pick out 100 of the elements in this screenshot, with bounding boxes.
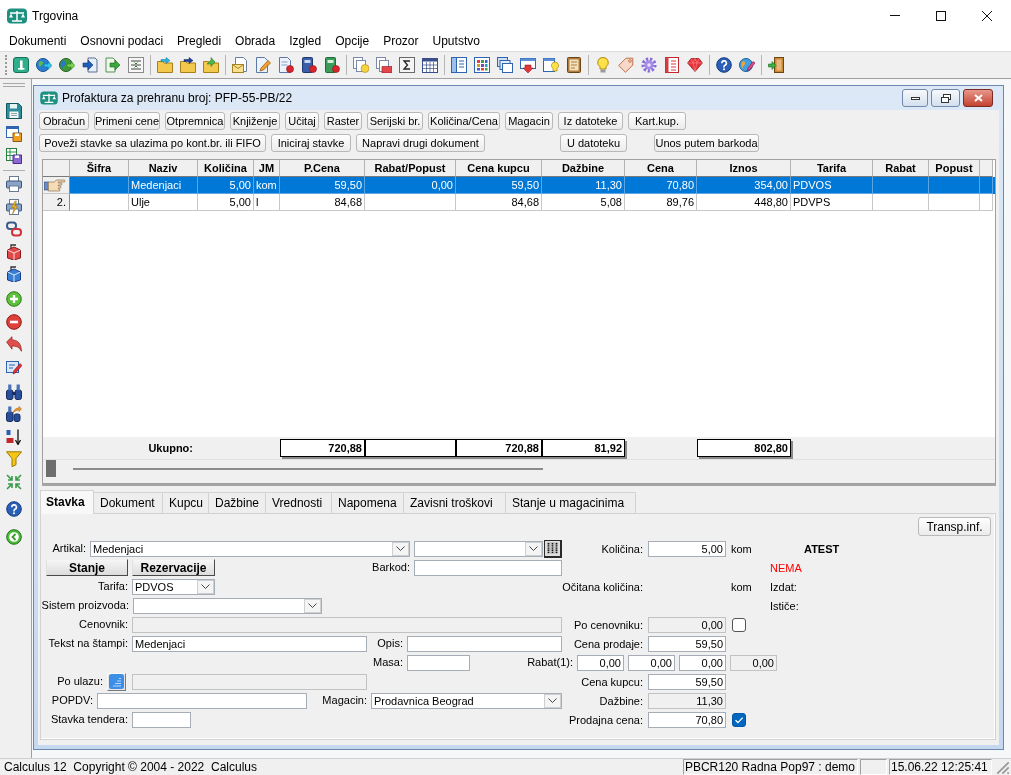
action-button[interactable]: Napravi drugi dokument: [356, 134, 485, 152]
column-header[interactable]: Cena: [625, 160, 697, 177]
discount-field[interactable]: 0,00: [679, 654, 726, 671]
scrollbar-thumb[interactable]: [46, 460, 56, 477]
restore-button[interactable]: [931, 89, 960, 107]
action-button[interactable]: Poveži stavke sa ulazima po kont.br. ili FIFO: [39, 134, 266, 152]
window-bulb-icon[interactable]: [542, 57, 559, 73]
restore-icon[interactable]: [940, 93, 951, 103]
action-button[interactable]: Učitaj: [285, 112, 319, 130]
tab[interactable]: Stanje u magacinima: [505, 492, 636, 513]
menu-item[interactable]: Izgled: [282, 32, 329, 50]
column-header[interactable]: Iznos: [697, 160, 791, 177]
globe-pencil-icon[interactable]: [738, 57, 755, 73]
add-icon[interactable]: [6, 291, 22, 308]
document-pencil-icon[interactable]: [254, 57, 271, 73]
document-arrow-icon[interactable]: [104, 57, 121, 73]
discount-field[interactable]: 0,00: [577, 654, 624, 671]
binoculars-icon[interactable]: [6, 383, 22, 400]
menu-item[interactable]: Prozor: [376, 32, 426, 50]
ledger-icon[interactable]: [663, 57, 680, 73]
collapse-icon[interactable]: [6, 473, 22, 490]
discount-field[interactable]: 0,00: [628, 654, 675, 671]
menu-item[interactable]: Pregledi: [170, 32, 229, 50]
menu-item[interactable]: Uputstvo: [425, 32, 487, 50]
menu-item[interactable]: Dokumenti: [2, 32, 74, 50]
panel-icon[interactable]: [450, 57, 467, 73]
mass-field[interactable]: [407, 654, 470, 671]
tender-item-field[interactable]: [132, 711, 191, 728]
align-icon[interactable]: [127, 57, 144, 73]
remove-icon[interactable]: [6, 313, 22, 330]
filter-icon[interactable]: [6, 451, 22, 468]
chevron-down-icon[interactable]: [308, 603, 317, 608]
table-row[interactable]: Medenjaci 5,00 kom 59,50 0,00 59,50 11,30 70,80 354,00 PDVOS: [43, 177, 995, 194]
exit-door-icon[interactable]: [767, 57, 784, 73]
printer-icon[interactable]: [6, 176, 22, 193]
quantity-field[interactable]: 5,00: [648, 540, 726, 557]
tag-icon[interactable]: [617, 57, 634, 73]
column-header[interactable]: Rabat/Popust: [365, 160, 456, 177]
table-row[interactable]: 2. Ulje 5,00 l 84,68 84,68 5,08 89,76 448,80 PDVPS: [43, 194, 995, 211]
help-icon[interactable]: [715, 57, 732, 73]
column-header[interactable]: P.Cena: [280, 160, 365, 177]
scrollbar-track[interactable]: [73, 468, 543, 470]
checkbox[interactable]: [732, 712, 746, 727]
action-button[interactable]: Unos putem barkoda: [654, 134, 759, 152]
sheet-floppy-icon[interactable]: [6, 148, 22, 165]
action-button[interactable]: Količina/Cena: [428, 112, 500, 130]
sum-icon[interactable]: [398, 57, 415, 73]
edit-icon[interactable]: [6, 358, 22, 375]
menu-item[interactable]: Obrada: [228, 32, 283, 50]
tab[interactable]: Napomena: [331, 492, 404, 513]
documents-icon[interactable]: [352, 57, 369, 73]
book-badge-icon[interactable]: [323, 57, 340, 73]
column-header[interactable]: Šifra: [70, 160, 129, 177]
column-header[interactable]: Količina: [198, 160, 254, 177]
gem-icon[interactable]: [686, 57, 703, 73]
barcode-field[interactable]: [414, 559, 562, 576]
column-header[interactable]: Cena kupcu: [456, 160, 542, 177]
close-icon[interactable]: [982, 10, 992, 21]
action-button[interactable]: Kart.kup.: [628, 112, 686, 130]
sale-price-field[interactable]: 59,50: [648, 635, 726, 652]
action-button[interactable]: Iniciraj stavke: [271, 134, 351, 152]
menu-item[interactable]: Opcije: [328, 32, 377, 50]
gear-icon[interactable]: [640, 57, 657, 73]
action-button[interactable]: Magacin: [505, 112, 553, 130]
column-header[interactable]: Naziv: [129, 160, 198, 177]
grid-icon[interactable]: [547, 542, 558, 554]
grid-icon[interactable]: [473, 57, 490, 73]
tab[interactable]: Stavka: [40, 490, 94, 514]
column-header[interactable]: Popust: [929, 160, 980, 177]
column-header[interactable]: Dažbine: [542, 160, 625, 177]
action-button[interactable]: Serijski br.: [367, 112, 423, 130]
box-arrow-icon[interactable]: [6, 243, 22, 260]
maximize-icon[interactable]: [936, 10, 946, 21]
box-arrow-icon[interactable]: [6, 266, 22, 283]
back-icon[interactable]: [6, 528, 22, 545]
lookup-button[interactable]: [544, 539, 562, 558]
help-icon[interactable]: [6, 500, 22, 517]
resize-grip-icon[interactable]: [996, 761, 1010, 775]
warehouse-dropdown[interactable]: Prodavnica Beograd: [371, 692, 562, 709]
window-floppy-icon[interactable]: [6, 125, 22, 142]
document-badge-icon[interactable]: [277, 57, 294, 73]
stock-button[interactable]: Rezervacije: [132, 559, 215, 576]
article-dropdown[interactable]: Medenjaci: [90, 540, 410, 557]
transport-info-button[interactable]: Transp.inf.: [918, 517, 991, 536]
windows-icon[interactable]: [496, 57, 513, 73]
tariff-dropdown[interactable]: PDVOS: [132, 578, 215, 595]
minimize-icon[interactable]: [910, 96, 920, 100]
action-button[interactable]: Raster: [324, 112, 362, 130]
action-button[interactable]: U datoteku: [560, 134, 627, 152]
description-field[interactable]: [407, 635, 562, 652]
chevron-down-icon[interactable]: [529, 546, 538, 551]
chevron-down-icon[interactable]: [201, 584, 210, 589]
stock-button[interactable]: Stanje: [46, 559, 128, 576]
square-icon[interactable]: [12, 57, 29, 73]
action-button[interactable]: Obračun: [39, 112, 89, 130]
print-text-field[interactable]: Medenjaci: [132, 635, 367, 652]
documents-icon[interactable]: [375, 57, 392, 73]
column-header[interactable]: Tarifa: [791, 160, 873, 177]
action-button[interactable]: Primeni cene: [94, 112, 160, 130]
envelope-icon[interactable]: [231, 57, 248, 73]
